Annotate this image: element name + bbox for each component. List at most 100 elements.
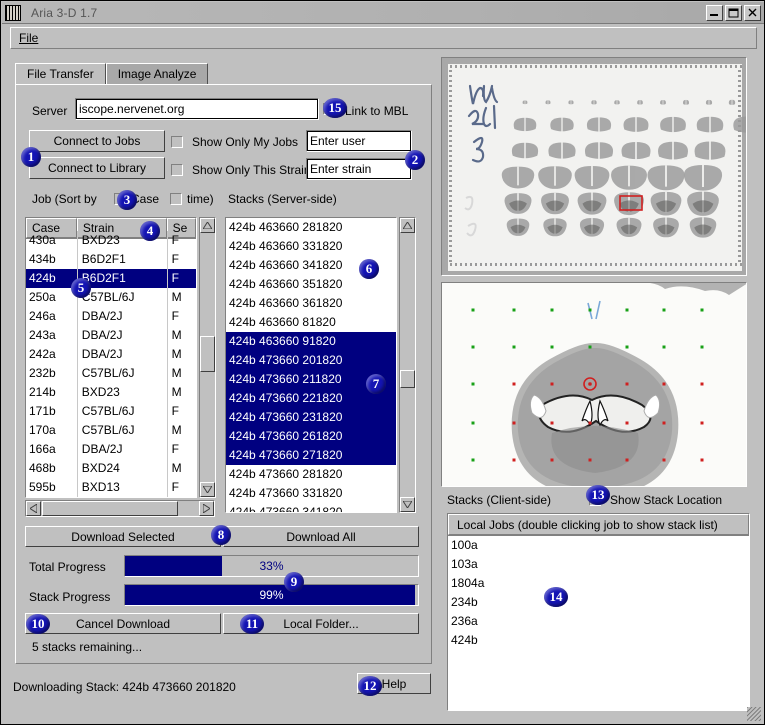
job-table-row[interactable]: 434b B6D2F1 F [26, 250, 196, 269]
local-job-row[interactable]: 424b [448, 631, 749, 650]
local-job-row[interactable]: 1804a [448, 574, 749, 593]
stack-list-scroll-thumb[interactable] [400, 370, 415, 388]
local-job-row[interactable]: 236a [448, 612, 749, 631]
job-case-cell: 595b [29, 480, 56, 494]
sort-by-time-checkbox[interactable] [170, 193, 182, 205]
job-sex-cell: M [166, 364, 196, 383]
stack-progress-label: Stack Progress [29, 590, 111, 604]
local-job-row[interactable]: 234b [448, 593, 749, 612]
show-only-this-strain-checkbox[interactable] [171, 164, 183, 176]
server-stack-row[interactable]: 424b 463660 361820 [226, 294, 396, 313]
local-job-row[interactable]: 100a [448, 536, 749, 555]
link-to-mbl-label: Link to MBL [345, 104, 409, 118]
job-table-scroll-left-button[interactable] [26, 501, 41, 516]
job-sex-cell: F [166, 307, 196, 326]
job-table-row[interactable]: 430a BXD23 F [26, 231, 196, 250]
job-sex-cell: M [166, 383, 196, 402]
show-only-my-jobs-checkbox[interactable] [171, 136, 183, 148]
stacks-remaining-label: 5 stacks remaining... [32, 640, 143, 654]
minimize-icon[interactable] [706, 4, 723, 21]
job-strain-cell: DBA/2J [76, 307, 167, 326]
job-table-row[interactable]: 171b C57BL/6J F [26, 402, 196, 421]
server-stack-row[interactable]: 424b 473660 201820 [226, 351, 396, 370]
local-job-row[interactable]: 103a [448, 555, 749, 574]
job-table-vscrollbar[interactable] [199, 217, 216, 498]
server-stack-row[interactable]: 424b 473660 231820 [226, 408, 396, 427]
job-table-scroll-thumb[interactable] [200, 336, 215, 372]
slide-overview-graphic [442, 58, 746, 275]
server-input[interactable]: iscope.nervenet.org [75, 98, 319, 120]
job-table-row[interactable]: 243a DBA/2J M [26, 326, 196, 345]
job-table[interactable]: Case Strain Se 430a BXD23 F 434b B6D2F1 F 424b… [25, 217, 197, 498]
connect-to-library-button[interactable]: Connect to Library [29, 157, 165, 179]
annotation-badge-2: 2 [405, 150, 425, 170]
menu-item-file[interactable]: File [11, 30, 46, 46]
job-table-scroll-up-button[interactable] [200, 218, 215, 233]
job-table-row[interactable]: 250a C57BL/6J M [26, 288, 196, 307]
job-strain-cell: B6D2F1 [76, 250, 167, 269]
job-strain-cell: DBA/2J [76, 440, 167, 459]
job-table-row[interactable]: 246a DBA/2J F [26, 307, 196, 326]
strain-input[interactable]: Enter strain [306, 158, 412, 180]
job-table-scroll-right-button[interactable] [199, 501, 214, 516]
close-icon[interactable] [744, 4, 761, 21]
menu-item-file-label: File [19, 31, 39, 45]
connect-to-jobs-button[interactable]: Connect to Jobs [29, 130, 165, 152]
sort-by-time-label: time) [187, 192, 214, 206]
stack-list-scroll-down-button[interactable] [400, 497, 415, 512]
job-sex-cell: F [166, 231, 196, 250]
job-strain-cell: BXD23 [76, 383, 167, 402]
local-jobs-body: 100a 103a 1804a 234b 236a 424b [448, 536, 749, 650]
job-strain-cell: C57BL/6J [76, 421, 167, 440]
show-only-this-strain-label: Show Only This Strain [192, 163, 311, 177]
tab-file-transfer[interactable]: File Transfer [15, 63, 106, 85]
job-strain-cell: DBA/2J [76, 326, 167, 345]
job-case-cell: 424b [29, 271, 56, 285]
maximize-icon[interactable] [725, 4, 742, 21]
stacks-client-side-label: Stacks (Client-side) [447, 493, 552, 507]
job-sex-cell: F [166, 269, 196, 288]
job-table-hscrollbar[interactable] [25, 500, 215, 517]
job-table-row[interactable]: 242a DBA/2J M [26, 345, 196, 364]
server-stack-row[interactable]: 424b 463660 91820 [226, 332, 396, 351]
server-stack-row[interactable]: 424b 473660 341820 [226, 503, 396, 512]
system-menu-icon[interactable] [5, 4, 21, 21]
local-jobs-list[interactable]: Local Jobs (double clicking job to show … [447, 513, 750, 711]
stack-list-vscrollbar[interactable] [399, 217, 416, 513]
annotation-badge-9: 9 [284, 572, 304, 592]
slide-overview-image[interactable] [441, 57, 747, 276]
server-stack-row[interactable]: 424b 473660 271820 [226, 446, 396, 465]
server-stack-row[interactable]: 424b 473660 261820 [226, 427, 396, 446]
job-table-row[interactable]: 424b B6D2F1 F [26, 269, 196, 288]
job-sex-cell: M [166, 288, 196, 307]
job-table-hscroll-thumb[interactable] [42, 501, 178, 516]
job-table-row[interactable]: 170a C57BL/6J M [26, 421, 196, 440]
server-stack-row[interactable]: 424b 473660 331820 [226, 484, 396, 503]
resize-grip[interactable] [747, 707, 761, 721]
download-selected-button[interactable]: Download Selected [25, 526, 221, 547]
annotation-badge-6: 6 [359, 259, 379, 279]
job-table-row[interactable]: 521bBXD33M [26, 497, 196, 498]
stack-list-scroll-up-button[interactable] [400, 218, 415, 233]
server-stack-row[interactable]: 424b 463660 331820 [226, 237, 396, 256]
job-table-row[interactable]: 214b BXD23 M [26, 383, 196, 402]
job-table-row[interactable]: 232b C57BL/6J M [26, 364, 196, 383]
user-input[interactable]: Enter user [306, 130, 412, 152]
job-case-cell: 242a [29, 347, 56, 361]
job-table-row[interactable]: 468b BXD24 M [26, 459, 196, 478]
cancel-download-button[interactable]: Cancel Download [25, 613, 221, 634]
job-case-cell: 214b [29, 385, 56, 399]
tab-image-analyze[interactable]: Image Analyze [105, 63, 209, 85]
download-all-button[interactable]: Download All [223, 526, 419, 547]
stacks-server-side-label: Stacks (Server-side) [228, 192, 337, 206]
job-table-scroll-down-button[interactable] [200, 482, 215, 497]
server-stack-row[interactable]: 424b 463660 281820 [226, 218, 396, 237]
show-only-my-jobs-label: Show Only My Jobs [192, 135, 299, 149]
section-detail-image[interactable] [441, 282, 747, 487]
annotation-badge-15: 15 [323, 98, 347, 118]
job-case-cell: 243a [29, 328, 56, 342]
server-stack-row[interactable]: 424b 463660 81820 [226, 313, 396, 332]
server-stack-row[interactable]: 424b 473660 281820 [226, 465, 396, 484]
job-table-row[interactable]: 595b BXD13 F [26, 478, 196, 497]
job-table-row[interactable]: 166a DBA/2J F [26, 440, 196, 459]
